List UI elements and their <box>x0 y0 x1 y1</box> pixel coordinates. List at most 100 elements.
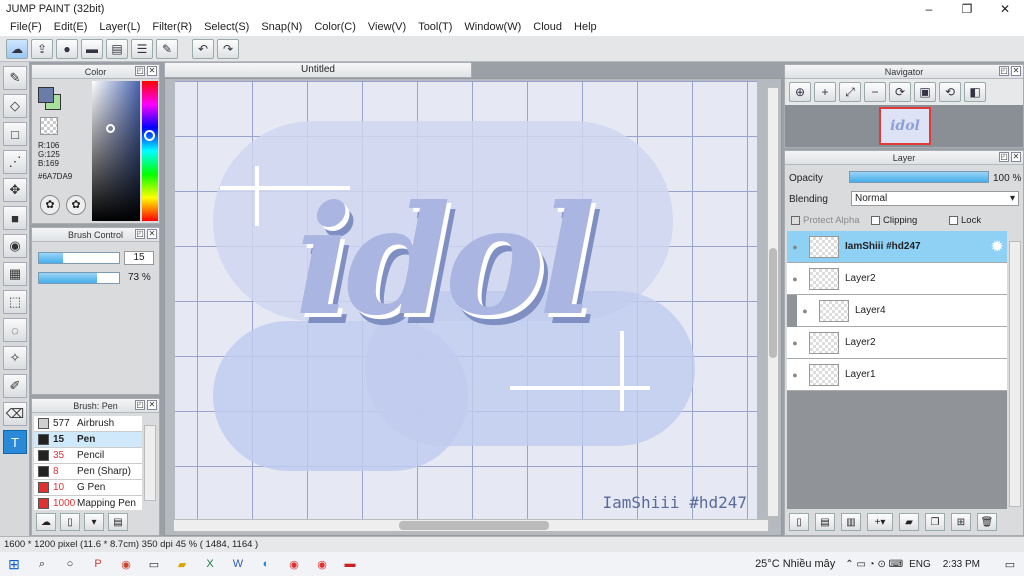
layer-row[interactable]: ● Layer2 <box>787 263 1007 295</box>
flip-icon[interactable]: ◧ <box>964 82 986 102</box>
close-icon[interactable]: ✕ <box>1011 152 1021 162</box>
zoom-in-icon[interactable]: + <box>814 82 836 102</box>
chat-icon[interactable]: ▬ <box>81 38 103 59</box>
move-tool-icon[interactable]: ✥ <box>3 178 27 202</box>
main-color-swatch[interactable] <box>38 87 54 103</box>
close-icon[interactable]: ✕ <box>1011 66 1021 76</box>
task-view-icon[interactable]: ○ <box>59 555 81 573</box>
chrome-icon[interactable]: ◉ <box>283 555 305 573</box>
fill-rect-tool-icon[interactable]: ■ <box>3 206 27 230</box>
menu-snap[interactable]: Snap(N) <box>255 21 308 33</box>
eraser-tool-icon[interactable]: ◇ <box>3 94 27 118</box>
brush-opacity-slider[interactable] <box>38 272 120 284</box>
brush-list-item[interactable]: 8 Pen (Sharp) <box>34 464 142 480</box>
menu-layer[interactable]: Layer(L) <box>93 21 146 33</box>
share-icon[interactable]: ⇪ <box>31 38 53 59</box>
menu-select[interactable]: Select(S) <box>198 21 255 33</box>
layer-row[interactable]: ● IamShiii #hd247 ✹ <box>787 231 1007 263</box>
new-brush-icon[interactable]: ▯ <box>60 513 80 531</box>
brush-list-item[interactable]: 15 Pen <box>34 432 142 448</box>
list-icon[interactable]: ☰ <box>131 38 153 59</box>
add-layer-menu-icon[interactable]: +▾ <box>867 513 893 531</box>
layer-row[interactable]: ● Layer4 <box>797 295 1007 327</box>
menu-color[interactable]: Color(C) <box>308 21 362 33</box>
reset-view-icon[interactable]: ▣ <box>914 82 936 102</box>
menu-cloud[interactable]: Cloud <box>527 21 568 33</box>
palette-icon[interactable]: ✿ <box>40 195 60 215</box>
brush-tool-icon[interactable]: ✎ <box>3 66 27 90</box>
menu-filter[interactable]: Filter(R) <box>146 21 198 33</box>
hue-slider[interactable] <box>142 81 158 221</box>
menu-help[interactable]: Help <box>568 21 603 33</box>
close-icon[interactable]: ✕ <box>147 66 157 76</box>
fit-icon[interactable]: ⤢ <box>839 82 861 102</box>
transparent-swatch[interactable] <box>40 117 58 135</box>
maximize-button[interactable]: ❐ <box>948 0 986 18</box>
layer-row[interactable]: ● Layer2 <box>787 327 1007 359</box>
eye-icon[interactable]: ● <box>787 327 803 359</box>
blending-select[interactable]: Normal ▾ <box>851 191 1019 206</box>
clipping-checkbox[interactable]: Clipping <box>871 215 917 226</box>
notification-icon[interactable]: ▭ <box>999 555 1021 573</box>
eye-icon[interactable]: ● <box>787 231 803 263</box>
zoom-icon[interactable]: ⊕ <box>789 82 811 102</box>
brush-size-value[interactable]: 15 <box>124 251 154 265</box>
eye-icon[interactable]: ● <box>787 359 803 391</box>
dotpen-tool-icon[interactable]: ⋰ <box>3 150 27 174</box>
weather-text[interactable]: 25°C Nhiều mây <box>755 558 835 570</box>
language-indicator[interactable]: ENG <box>909 559 931 570</box>
lasso-tool-icon[interactable]: ◌ <box>3 318 27 342</box>
float-icon[interactable]: ◰ <box>135 229 145 239</box>
menu-tool[interactable]: Tool(T) <box>412 21 458 33</box>
brush-settings-icon[interactable]: ▤ <box>108 513 128 531</box>
tray-icons[interactable]: ⌃ ▭ ◔ ⊙ ⌨ <box>845 559 903 570</box>
layer-opacity-slider[interactable] <box>849 171 989 183</box>
gradient-tool-icon[interactable]: ▦ <box>3 262 27 286</box>
horizontal-scrollbar[interactable] <box>173 519 769 532</box>
select-eraser-tool-icon[interactable]: ⌫ <box>3 402 27 426</box>
windows-start-icon[interactable]: ⊞ <box>3 555 25 573</box>
canvas-area[interactable]: idol IamShiii #hd247 <box>164 78 782 536</box>
brush-list-scrollbar[interactable] <box>144 425 156 501</box>
brush-list-item[interactable]: 35 Pencil <box>34 448 142 464</box>
gear-icon[interactable]: ✹ <box>991 238 1003 255</box>
brush-size-slider[interactable] <box>38 252 120 264</box>
brush-list-item[interactable]: 577 Airbrush <box>34 416 142 432</box>
brush-list-item[interactable]: 10 G Pen <box>34 480 142 496</box>
merge-icon[interactable]: ⊞ <box>951 513 971 531</box>
comment-icon[interactable]: ● <box>56 38 78 59</box>
bucket-tool-icon[interactable]: ◉ <box>3 234 27 258</box>
menu-view[interactable]: View(V) <box>362 21 412 33</box>
float-icon[interactable]: ◰ <box>999 152 1009 162</box>
word-icon[interactable]: W <box>227 555 249 573</box>
lock-checkbox[interactable]: Lock <box>949 215 981 226</box>
redo-icon[interactable]: ↷ <box>217 38 239 59</box>
clock[interactable]: 2:33 PM <box>943 559 980 570</box>
monitor-icon[interactable]: ▭ <box>143 555 165 573</box>
eye-icon[interactable]: ● <box>797 295 813 327</box>
close-icon[interactable]: ✕ <box>147 229 157 239</box>
undo-icon[interactable]: ↶ <box>192 38 214 59</box>
excel-icon[interactable]: X <box>199 555 221 573</box>
new-layer-icon[interactable]: ▯ <box>789 513 809 531</box>
folder-icon[interactable]: ▰ <box>899 513 919 531</box>
vertical-scrollbar[interactable] <box>767 87 779 517</box>
minimize-button[interactable]: – <box>910 0 948 18</box>
edge-icon[interactable]: ◐ <box>255 555 277 573</box>
delete-layer-icon[interactable]: 🗑 <box>977 513 997 531</box>
brush-list-item[interactable]: 1000 Mapping Pen <box>34 496 142 510</box>
select-rect-tool-icon[interactable]: ⬚ <box>3 290 27 314</box>
cloud-brush-icon[interactable]: ☁ <box>36 513 56 531</box>
menu-file[interactable]: File(F) <box>4 21 48 33</box>
select-pen-tool-icon[interactable]: ✐ <box>3 374 27 398</box>
float-icon[interactable]: ◰ <box>135 400 145 410</box>
shape-tool-icon[interactable]: □ <box>3 122 27 146</box>
text-tool-icon[interactable]: T <box>3 430 27 454</box>
rotate-back-icon[interactable]: ⟲ <box>939 82 961 102</box>
edit-icon[interactable]: ✎ <box>156 38 178 59</box>
explorer-icon[interactable]: ▰ <box>171 555 193 573</box>
document-icon[interactable]: ▤ <box>106 38 128 59</box>
float-icon[interactable]: ◰ <box>135 66 145 76</box>
cloud-icon[interactable]: ☁ <box>6 38 28 59</box>
jump-paint-icon[interactable]: ▬ <box>339 555 361 573</box>
